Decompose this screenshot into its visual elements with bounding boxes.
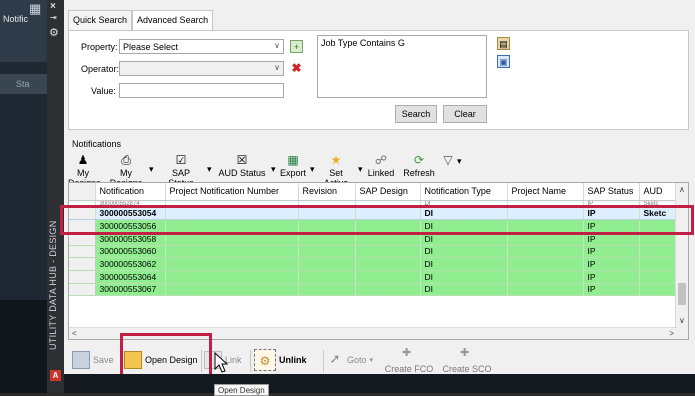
table-row[interactable]: 300000553067 DI IP [69, 283, 680, 297]
drawing-area-left [0, 300, 47, 393]
add-criteria-icon[interactable]: + [290, 40, 303, 53]
operator-dropdown[interactable]: ∨ [119, 61, 284, 76]
remove-criteria-icon[interactable]: ✖ [290, 62, 303, 75]
table-row[interactable]: 300000553064 DI IP [69, 270, 680, 284]
chevron-down-icon[interactable]: ▾ [271, 164, 276, 175]
aud-status-button[interactable]: ☒ AUD Status [217, 152, 267, 178]
tooltip: Open Design [214, 384, 269, 396]
divider [201, 350, 202, 372]
refresh-icon: ⟳ [413, 153, 425, 167]
column-header[interactable]: SAP Design [355, 183, 421, 201]
value-label: Value: [91, 86, 116, 96]
gear-icon[interactable]: ⚙ [49, 26, 59, 39]
criteria-list[interactable]: Job Type Contains G [317, 35, 487, 98]
export-button[interactable]: ▦ Export [278, 152, 308, 178]
chevron-down-icon: ∨ [274, 41, 280, 50]
checkbox-x-icon: ☒ [236, 153, 248, 167]
divider [250, 350, 251, 372]
open-design-button[interactable]: Open Design [124, 348, 204, 372]
notifications-table: Notification Project Notification Number… [69, 183, 680, 297]
property-value: Please Select [123, 42, 179, 52]
selected-table-row[interactable]: 300000553054 DI IP Sketc [69, 207, 680, 221]
clear-button[interactable]: Clear [443, 105, 487, 123]
tab-advanced-search[interactable]: Advanced Search [132, 10, 214, 30]
table-row[interactable]: 300000552874 DI IP Sketc [69, 200, 680, 208]
refresh-button[interactable]: ⟳ Refresh [401, 152, 437, 178]
drawing-canvas-strip [64, 374, 695, 393]
column-header[interactable]: Notification [95, 183, 166, 201]
person-icon: ♟ [77, 153, 89, 167]
property-label: Property: [81, 42, 118, 52]
save-button[interactable]: Save [72, 348, 122, 372]
goto-icon: ➚ [329, 351, 341, 366]
column-header[interactable]: Revision [298, 183, 356, 201]
chevron-down-icon[interactable]: ▾ [149, 164, 154, 175]
advanced-search-form: Property: Please Select ∨ + Operator: ∨ … [68, 30, 689, 130]
chevron-right-icon[interactable]: > [669, 329, 674, 338]
column-header[interactable]: Project Name [507, 183, 584, 201]
chevron-up-icon[interactable]: ∧ [679, 185, 685, 194]
notifications-toolbar: ♟ My Designs ⎙ My Designs ▾ ☑ SAP Status… [68, 152, 689, 188]
start-tab[interactable]: Sta [0, 74, 47, 94]
table-row[interactable]: 300000553058 DI IP [69, 232, 680, 246]
goto-button[interactable]: ➚ Goto ▾ [326, 348, 376, 372]
table-row[interactable]: 300000553056 DI IP [69, 219, 680, 233]
designs-icon: ⎙ [121, 153, 131, 167]
value-input[interactable] [119, 83, 284, 98]
column-header[interactable]: AUD [639, 183, 680, 201]
folder-open-icon [124, 351, 142, 369]
save-icon [72, 351, 90, 369]
table-row[interactable]: 300000553060 DI IP [69, 245, 680, 259]
divider [121, 350, 122, 372]
table-row[interactable]: 300000553062 DI IP [69, 257, 680, 271]
notifications-section-label: Notifications [72, 139, 122, 149]
row-header-corner [69, 183, 96, 201]
chevron-down-icon[interactable]: ▾ [457, 156, 462, 167]
chevron-down-icon[interactable]: ▾ [310, 164, 315, 175]
save-criteria-icon[interactable]: ▣ [497, 55, 510, 68]
linked-button[interactable]: ☍ Linked [364, 152, 398, 178]
star-icon: ★ [330, 153, 342, 167]
chevron-down-icon: ∨ [274, 63, 280, 72]
grid-icon[interactable]: ▦ [29, 1, 41, 17]
column-header[interactable]: Project Notification Number [165, 183, 299, 201]
left-panel-title: Notific [3, 14, 29, 24]
mouse-cursor-icon [214, 352, 229, 373]
unlink-button[interactable]: ⚙ Unlink [254, 348, 324, 372]
column-header[interactable]: SAP Status [583, 183, 640, 201]
horizontal-scrollbar[interactable]: < > [69, 327, 677, 339]
filter-button[interactable]: ▽ [437, 152, 459, 168]
vertical-scrollbar[interactable]: ∧ ∨ [675, 183, 688, 339]
property-dropdown[interactable]: Please Select ∨ [119, 39, 284, 54]
filter-icon: ▽ [443, 153, 453, 167]
left-app-strip: ▦ Notific Sta [0, 0, 47, 393]
palette-vertical-title: UTILITY DATA HUB - DESIGN [48, 220, 58, 350]
excel-icon: ▦ [287, 153, 299, 167]
chevron-down-icon: ▾ [369, 357, 374, 364]
chevron-down-icon[interactable]: ▾ [358, 164, 363, 175]
search-button[interactable]: Search [395, 105, 437, 123]
checkbox-icon: ☑ [175, 153, 187, 167]
chevron-down-icon[interactable]: ∨ [679, 316, 685, 325]
search-tabs: Quick Search Advanced Search [68, 10, 214, 30]
add-icon: ✚ [402, 347, 412, 359]
divider [323, 350, 324, 372]
scrollbar-thumb[interactable] [678, 283, 686, 305]
notifications-grid: Notification Project Notification Number… [68, 182, 689, 340]
tab-quick-search[interactable]: Quick Search [68, 10, 133, 30]
chevron-left-icon[interactable]: < [72, 329, 77, 338]
operator-label: Operator: [81, 64, 120, 74]
table-header-row: Notification Project Notification Number… [69, 183, 680, 201]
add-icon: ✚ [460, 347, 470, 359]
unlink-icon: ⚙ [254, 349, 276, 371]
close-icon[interactable]: × [50, 1, 56, 12]
link-icon: ☍ [374, 153, 388, 167]
chevron-down-icon[interactable]: ▾ [207, 164, 212, 175]
column-header[interactable]: Notification Type [420, 183, 508, 201]
clipboard-icon[interactable]: ▤ [497, 37, 510, 50]
utility-data-hub-panel: Quick Search Advanced Search Property: P… [60, 0, 695, 396]
app-logo-icon: A [50, 370, 61, 381]
pin-icon[interactable]: ⇥ [50, 13, 57, 22]
